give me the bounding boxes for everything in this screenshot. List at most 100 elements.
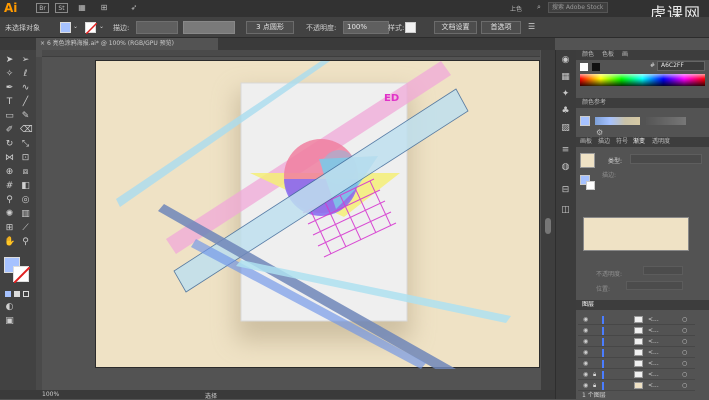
slice-tool-icon[interactable]: ⟋ bbox=[20, 223, 31, 234]
draw-mode-icon[interactable]: ◐ bbox=[4, 302, 15, 313]
lasso-tool-icon[interactable]: ℓ bbox=[20, 69, 31, 80]
align-panel-icon[interactable]: ⊟ bbox=[560, 185, 571, 196]
paintbrush-tool-icon[interactable]: ✎ bbox=[20, 111, 31, 122]
tab-stroke[interactable]: 描边 bbox=[598, 137, 610, 146]
fill-swatch[interactable] bbox=[60, 22, 71, 33]
selection-tool-icon[interactable]: ➤ bbox=[4, 55, 15, 66]
color-guide-title[interactable]: 颜色参考 bbox=[582, 98, 606, 107]
tab-swatches[interactable]: 色板 bbox=[602, 50, 614, 59]
horizontal-ruler[interactable] bbox=[42, 50, 540, 57]
color-guide-strip[interactable] bbox=[595, 117, 640, 125]
curvature-tool-icon[interactable]: ∿ bbox=[20, 83, 31, 94]
swatches-panel-icon[interactable]: ▦ bbox=[560, 72, 571, 83]
scale-tool-icon[interactable]: ⤡ bbox=[20, 139, 31, 150]
type-tool-icon[interactable]: T bbox=[4, 97, 15, 108]
gradient-opacity-field[interactable] bbox=[643, 266, 683, 275]
brushes-panel-icon[interactable]: ✦ bbox=[560, 89, 571, 100]
layer-row[interactable]: ◉ <... ○ bbox=[578, 315, 695, 325]
eraser-tool-icon[interactable]: ⌫ bbox=[20, 125, 33, 136]
symbols-panel-icon[interactable]: ♣ bbox=[560, 106, 571, 117]
eye-icon[interactable]: ◉ bbox=[583, 349, 591, 356]
opacity-field[interactable]: 100% bbox=[343, 21, 389, 34]
transparency-panel-icon[interactable]: ◍ bbox=[560, 162, 571, 173]
direct-selection-tool-icon[interactable]: ➢ bbox=[20, 55, 31, 66]
layers-panel-icon[interactable]: ◫ bbox=[560, 205, 571, 216]
tab-transparency[interactable]: 透明度 bbox=[652, 137, 670, 146]
gradient-tool-icon[interactable]: ◧ bbox=[20, 181, 31, 192]
color-spectrum[interactable] bbox=[580, 74, 705, 86]
chevron-down-icon[interactable]: ⌄ bbox=[73, 23, 78, 30]
none-mode-icon[interactable] bbox=[23, 291, 29, 297]
color-panel-icon[interactable]: ◉ bbox=[560, 55, 571, 66]
gradient-preview-swatch[interactable] bbox=[580, 153, 595, 168]
stroke-color-box[interactable] bbox=[13, 266, 30, 283]
target-icon[interactable]: ○ bbox=[682, 382, 687, 389]
symbol-sprayer-tool-icon[interactable]: ✺ bbox=[4, 209, 15, 220]
zoom-tool-icon[interactable]: ⚲ bbox=[20, 237, 31, 248]
tab-symbols[interactable]: 符号 bbox=[616, 137, 628, 146]
hand-tool-icon[interactable]: ✋ bbox=[4, 237, 15, 248]
gradient-slider[interactable] bbox=[583, 217, 689, 251]
workspace-switcher[interactable]: 上色 bbox=[510, 4, 522, 13]
graph-tool-icon[interactable]: ▥ bbox=[20, 209, 31, 220]
lock-icon[interactable]: 🔒︎ bbox=[593, 371, 596, 379]
chevron-down-icon[interactable]: ⌄ bbox=[99, 23, 104, 30]
eye-icon[interactable]: ◉ bbox=[583, 382, 591, 389]
width-tool-icon[interactable]: ⋈ bbox=[4, 153, 15, 164]
zoom-level[interactable]: 100% bbox=[42, 391, 59, 398]
eye-icon[interactable]: ◉ bbox=[583, 371, 591, 378]
rectangle-tool-icon[interactable]: ▭ bbox=[4, 111, 15, 122]
scroll-thumb[interactable] bbox=[545, 218, 551, 234]
document-setup-button[interactable]: 文档设置 bbox=[434, 21, 477, 34]
gradient-type-select[interactable] bbox=[630, 154, 702, 164]
variable-width-profile[interactable] bbox=[183, 21, 235, 34]
artboard-tool-icon[interactable]: ⊞ bbox=[4, 223, 15, 234]
layer-row[interactable]: ◉ <... ○ bbox=[578, 337, 695, 347]
target-icon[interactable]: ○ bbox=[682, 349, 687, 356]
layer-row[interactable]: ◉ <... ○ bbox=[578, 359, 695, 369]
style-swatch[interactable] bbox=[405, 22, 416, 33]
white-swatch[interactable] bbox=[580, 63, 588, 71]
mesh-tool-icon[interactable]: # bbox=[4, 181, 15, 192]
guide-base-swatch[interactable] bbox=[580, 116, 590, 126]
stock-search-input[interactable]: 搜索 Adobe Stock bbox=[548, 2, 608, 13]
stroke-swatch[interactable] bbox=[85, 22, 97, 34]
gradient-mode-icon[interactable] bbox=[14, 291, 20, 297]
layer-row[interactable]: ◉ <... ○ bbox=[578, 326, 695, 336]
layout-icon[interactable]: ▦ bbox=[76, 3, 88, 13]
preferences-button[interactable]: 首选项 bbox=[481, 21, 521, 34]
vertical-scrollbar[interactable] bbox=[541, 50, 555, 390]
brush-definition-select[interactable]: 3 点圆形 bbox=[246, 21, 294, 34]
stroke-panel-icon[interactable]: ≡ bbox=[560, 145, 571, 156]
shape-builder-tool-icon[interactable]: ⊕ bbox=[4, 167, 15, 178]
eye-icon[interactable]: ◉ bbox=[583, 360, 591, 367]
rotate-tool-icon[interactable]: ↻ bbox=[4, 139, 15, 150]
tab-gradient[interactable]: 渐变 bbox=[633, 137, 645, 146]
stroke-weight-field[interactable] bbox=[136, 21, 178, 34]
gpu-icon[interactable]: ➶ bbox=[128, 3, 140, 13]
poster-artwork[interactable]: ED bbox=[96, 61, 541, 369]
close-icon[interactable]: × bbox=[40, 40, 47, 47]
target-icon[interactable]: ○ bbox=[682, 327, 687, 334]
bridge-button[interactable]: Br bbox=[36, 3, 49, 13]
layer-row[interactable]: ◉ 🔒︎ <... ○ bbox=[578, 370, 695, 380]
target-icon[interactable]: ○ bbox=[682, 360, 687, 367]
lock-icon[interactable]: 🔒︎ bbox=[593, 382, 596, 390]
tab-brush[interactable]: 画 bbox=[622, 50, 628, 59]
gradient-position-field[interactable] bbox=[626, 281, 683, 290]
align-icon[interactable]: ☰ bbox=[528, 22, 535, 31]
color-mode-icon[interactable] bbox=[5, 291, 11, 297]
arrange-icon[interactable]: ⊞ bbox=[98, 3, 110, 13]
artboard[interactable]: ED bbox=[95, 60, 541, 369]
layers-title[interactable]: 图层 bbox=[582, 300, 594, 309]
stock-button[interactable]: St bbox=[55, 3, 68, 13]
pen-tool-icon[interactable]: ✒ bbox=[4, 83, 15, 94]
stroke-mini-swatch[interactable] bbox=[586, 181, 595, 190]
eyedropper-tool-icon[interactable]: ⚲ bbox=[4, 195, 15, 206]
shaper-tool-icon[interactable]: ✐ bbox=[4, 125, 15, 136]
graphic-styles-panel-icon[interactable]: ▨ bbox=[560, 123, 571, 134]
free-transform-tool-icon[interactable]: ⊡ bbox=[20, 153, 31, 164]
hex-input[interactable]: A6C2FF bbox=[657, 61, 705, 71]
line-tool-icon[interactable]: ╱ bbox=[20, 97, 31, 108]
eye-icon[interactable]: ◉ bbox=[583, 327, 591, 334]
